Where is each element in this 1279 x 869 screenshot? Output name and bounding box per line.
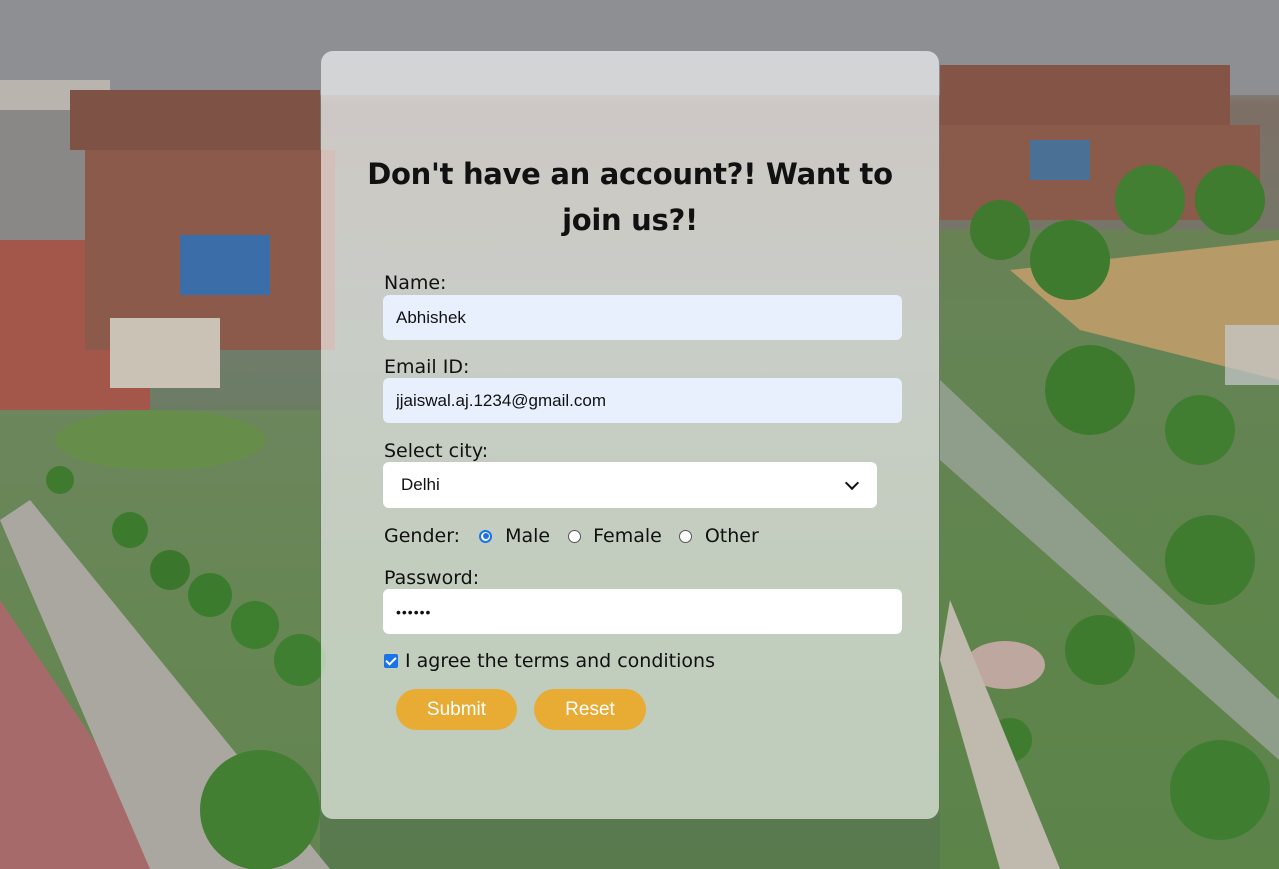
terms-label[interactable]: I agree the terms and conditions	[405, 650, 715, 672]
city-select-value: Delhi	[401, 475, 440, 494]
gender-group: Gender: Male Female Other	[384, 523, 759, 549]
signup-form-card: Don't have an account?! Want to join us?…	[321, 51, 939, 819]
gender-option-female[interactable]: Female	[593, 525, 662, 547]
gender-option-other[interactable]: Other	[705, 525, 759, 547]
gender-radio-male[interactable]	[479, 529, 493, 543]
email-label: Email ID:	[384, 356, 470, 378]
password-label: Password:	[384, 567, 480, 589]
city-label: Select city:	[384, 440, 489, 462]
gender-option-male[interactable]: Male	[505, 525, 550, 547]
password-masked-value: ••••••	[396, 603, 432, 620]
terms-checkbox[interactable]	[384, 654, 398, 668]
form-title: Don't have an account?! Want to join us?…	[367, 157, 893, 237]
gender-radio-other[interactable]	[678, 529, 692, 543]
email-input[interactable]	[383, 378, 902, 423]
password-input[interactable]: ••••••	[383, 589, 902, 634]
reset-button[interactable]: Reset	[534, 689, 646, 730]
submit-button[interactable]: Submit	[396, 689, 517, 730]
terms-row: I agree the terms and conditions	[384, 650, 715, 672]
name-label: Name:	[384, 272, 447, 294]
name-input[interactable]	[383, 295, 902, 340]
gender-radio-female[interactable]	[568, 529, 582, 543]
chevron-down-icon	[844, 475, 860, 490]
city-select[interactable]: Delhi	[383, 462, 877, 508]
gender-label: Gender:	[384, 525, 461, 547]
